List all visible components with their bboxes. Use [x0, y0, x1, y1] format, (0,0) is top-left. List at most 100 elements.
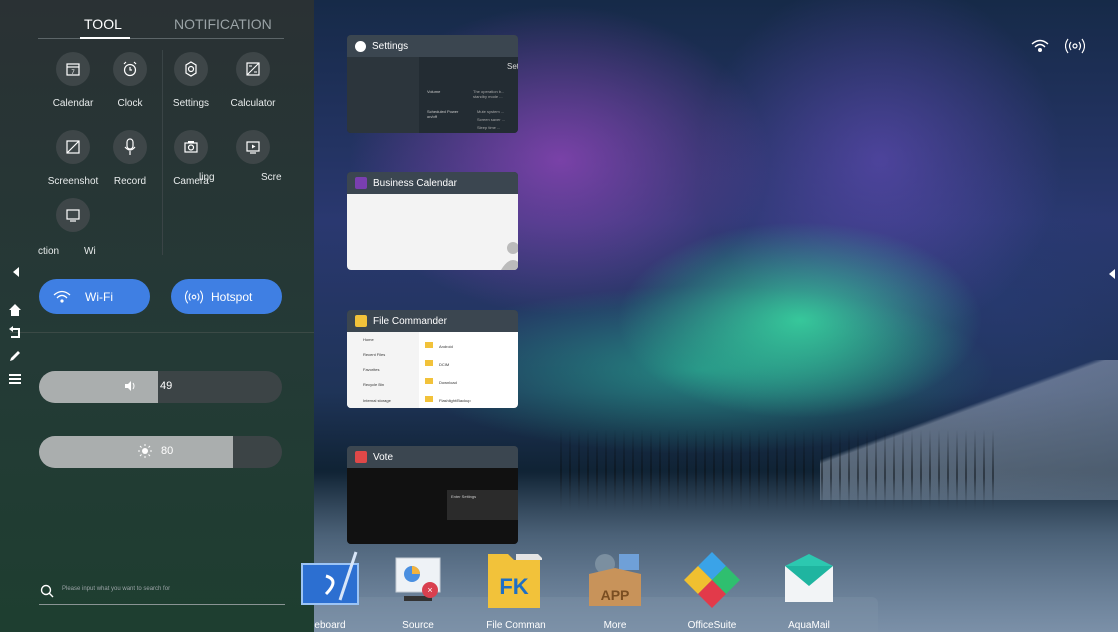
calculator-icon	[236, 52, 270, 86]
preview-desc: Mute system ...	[477, 109, 505, 114]
wifi-toggle-button[interactable]: Wi-Fi	[39, 279, 150, 314]
tab-tool[interactable]: TOOL	[84, 16, 122, 32]
preview-sidebar	[347, 57, 419, 133]
search-icon	[40, 584, 54, 598]
folder-row: Download	[439, 380, 457, 385]
preview-button: Enter Settings	[451, 494, 477, 499]
recent-card-file-commander[interactable]: File Commander Home Recent Files Favorit…	[347, 310, 518, 408]
card-preview	[347, 194, 518, 270]
tool-projection[interactable]	[38, 198, 108, 232]
back-icon[interactable]	[8, 326, 22, 340]
tool-screen-record[interactable]	[218, 130, 288, 164]
file-commander-icon: FK	[488, 554, 542, 608]
whiteboard-icon	[301, 551, 359, 605]
wifi-label: Wi-Fi	[85, 289, 113, 304]
hotspot-label: Hotspot	[211, 289, 253, 304]
preview-desc: Screen saver ...	[477, 117, 506, 122]
folder-icon	[425, 396, 433, 402]
svg-text:FK: FK	[499, 574, 528, 599]
preview-header: Set	[507, 62, 518, 71]
dock-label: OfficeSuite	[687, 620, 737, 631]
folder-icon	[425, 342, 433, 348]
camera-icon	[174, 130, 208, 164]
recent-card-vote[interactable]: Vote Enter Settings	[347, 446, 518, 544]
card-header: Business Calendar	[347, 172, 518, 194]
dock-label: More	[603, 620, 627, 631]
volume-value: 49	[160, 380, 173, 392]
card-header: Vote	[347, 446, 518, 468]
tool-label-clipped: ling	[199, 172, 215, 183]
volume-slider[interactable]: 49	[39, 371, 282, 403]
screenshot-icon	[56, 130, 90, 164]
projection-icon	[56, 198, 90, 232]
card-preview: Enter Settings	[347, 468, 518, 544]
folder-icon	[425, 378, 433, 384]
calendar-icon: 7	[56, 52, 90, 86]
tool-clock[interactable]: Clock	[95, 52, 165, 109]
wifi-status-icon	[1031, 39, 1049, 52]
recent-card-settings[interactable]: Settings Set Volume Scheduled Power on/o…	[347, 35, 518, 133]
tool-label-clipped: Wi	[84, 246, 96, 257]
vote-app-icon	[355, 451, 367, 463]
tool-camera[interactable]: Camera	[156, 130, 226, 187]
dock-label: eboard	[314, 620, 346, 631]
avatar-icon	[501, 242, 518, 270]
brightness-value: 80	[161, 445, 174, 457]
tool-settings[interactable]: Settings	[156, 52, 226, 109]
annotate-pen-icon[interactable]	[8, 349, 22, 363]
search-placeholder: Please input what you want to search for	[62, 586, 171, 592]
tool-label: Calculator	[230, 98, 276, 109]
tool-label: Camera	[173, 176, 209, 187]
sidebar-row: Internal storage	[363, 398, 391, 403]
preview-desc: Sleep time ...	[477, 125, 501, 130]
brightness-slider[interactable]: 80	[39, 436, 282, 468]
card-preview: Set Volume Scheduled Power on/off The op…	[347, 57, 518, 133]
tab-active-indicator	[80, 37, 130, 39]
speaker-icon	[123, 379, 137, 398]
preview-row: Scheduled Power on/off	[427, 109, 459, 119]
card-title: Business Calendar	[373, 177, 457, 189]
tool-label: Record	[113, 176, 147, 187]
home-icon[interactable]	[8, 303, 22, 317]
app-box-icon: APP	[589, 554, 641, 606]
panel-tabs: TOOL NOTIFICATION	[38, 10, 284, 40]
sidebar-row: Favorites	[363, 367, 380, 372]
brightness-icon	[138, 444, 152, 463]
hotspot-status-icon	[1065, 38, 1085, 54]
tool-record[interactable]: Record	[95, 130, 165, 187]
wifi-icon	[53, 290, 71, 303]
settings-app-icon	[355, 40, 366, 52]
svg-text:APP: APP	[601, 587, 630, 603]
tool-calculator[interactable]: Calculator	[218, 52, 288, 109]
dock-label: File Comman	[486, 620, 546, 631]
sidebar-row: Home	[363, 337, 374, 342]
collapse-arrow-icon[interactable]	[12, 266, 20, 278]
tool-label: Settings	[172, 98, 210, 109]
brightness-slider-fill	[39, 436, 233, 468]
tab-notification[interactable]: NOTIFICATION	[174, 16, 272, 32]
recent-card-business-calendar[interactable]: Business Calendar	[347, 172, 518, 270]
tool-label: Clock	[117, 98, 143, 109]
card-preview: Home Recent Files Favorites Recycle Bin …	[347, 332, 518, 408]
source-icon: ×	[395, 557, 441, 601]
hotspot-icon	[185, 289, 203, 304]
folder-icon	[425, 360, 433, 366]
menu-icon[interactable]	[8, 372, 22, 386]
sidebar-row: Recycle Bin	[363, 382, 385, 387]
expand-arrow-icon[interactable]	[1108, 268, 1116, 280]
search-input[interactable]: Please input what you want to search for	[39, 582, 285, 605]
volume-slider-fill	[39, 371, 158, 403]
preview-desc: The operation b... standby mode ...	[473, 89, 505, 99]
dock-label: AquaMail	[788, 620, 830, 631]
dock-label: Source	[402, 620, 434, 631]
aquamail-icon	[785, 554, 833, 602]
preview-row: Volume	[427, 89, 441, 94]
folder-row: Android	[439, 344, 453, 349]
hotspot-toggle-button[interactable]: Hotspot	[171, 279, 282, 314]
tab-divider	[38, 38, 284, 39]
tool-label-clipped: Scre	[261, 172, 282, 183]
settings-icon	[174, 52, 208, 86]
preview-sidebar	[347, 332, 419, 408]
card-title: Settings	[372, 40, 409, 52]
folder-row: DCIM	[439, 362, 450, 367]
